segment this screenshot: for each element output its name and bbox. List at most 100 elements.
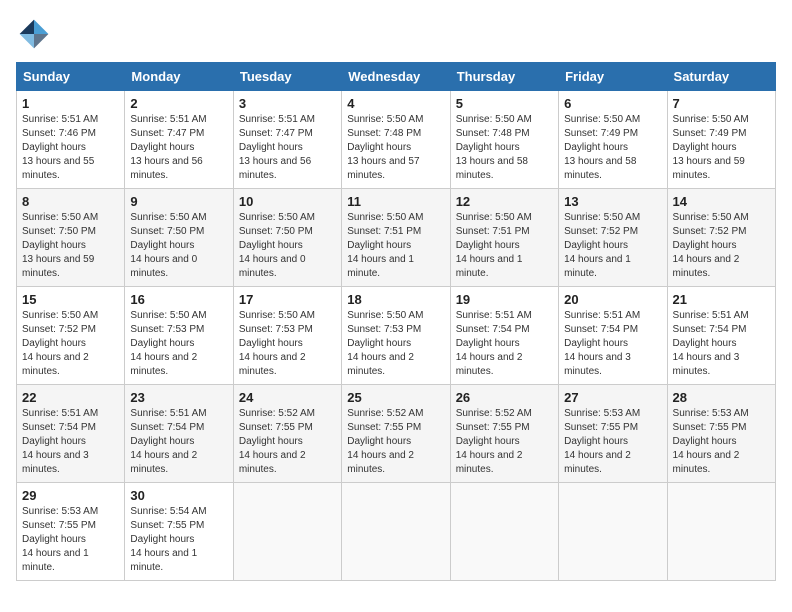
day-number: 29 bbox=[22, 488, 119, 503]
day-number: 26 bbox=[456, 390, 553, 405]
calendar-cell: 2Sunrise: 5:51 AMSunset: 7:47 PMDaylight… bbox=[125, 91, 233, 189]
day-info: Sunrise: 5:50 AMSunset: 7:53 PMDaylight … bbox=[347, 309, 444, 379]
calendar-week-row: 1Sunrise: 5:51 AMSunset: 7:46 PMDaylight… bbox=[17, 91, 776, 189]
day-info: Sunrise: 5:51 AMSunset: 7:54 PMDaylight … bbox=[564, 309, 661, 379]
calendar-week-row: 29 Sunrise: 5:53 AMSunset: 7:55 PMDayligh… bbox=[17, 483, 776, 581]
day-info: Sunrise: 5:50 AMSunset: 7:53 PMDaylight … bbox=[130, 309, 227, 379]
weekday-header: Monday bbox=[125, 63, 233, 91]
day-number: 19 bbox=[456, 292, 553, 307]
day-info: Sunrise: 5:50 AMSunset: 7:49 PMDaylight … bbox=[564, 113, 661, 183]
day-number: 10 bbox=[239, 194, 336, 209]
day-number: 4 bbox=[347, 96, 444, 111]
calendar-cell: 26Sunrise: 5:52 AMSunset: 7:55 PMDayligh… bbox=[450, 385, 558, 483]
calendar-cell: 25 Sunrise: 5:52 AMSunset: 7:55 PMDayligh… bbox=[342, 385, 450, 483]
day-info: Sunrise: 5:50 AMSunset: 7:50 PMDaylight … bbox=[130, 211, 227, 281]
day-number: 8 bbox=[22, 194, 119, 209]
day-number: 6 bbox=[564, 96, 661, 111]
calendar-cell: 21 Sunrise: 5:51 AMSunset: 7:54 PMDayligh… bbox=[667, 287, 775, 385]
calendar-cell: 3 Sunrise: 5:51 AMSunset: 7:47 PMDaylight… bbox=[233, 91, 341, 189]
calendar-cell: 14 Sunrise: 5:50 AMSunset: 7:52 PMDayligh… bbox=[667, 189, 775, 287]
day-info: Sunrise: 5:53 AMSunset: 7:55 PMDaylight … bbox=[22, 505, 119, 575]
calendar-week-row: 8 Sunrise: 5:50 AMSunset: 7:50 PMDaylight… bbox=[17, 189, 776, 287]
calendar-cell: 28 Sunrise: 5:53 AMSunset: 7:55 PMDayligh… bbox=[667, 385, 775, 483]
calendar-cell: 13 Sunrise: 5:50 AMSunset: 7:52 PMDayligh… bbox=[559, 189, 667, 287]
day-number: 30 bbox=[130, 488, 227, 503]
calendar-cell: 19 Sunrise: 5:51 AMSunset: 7:54 PMDayligh… bbox=[450, 287, 558, 385]
weekday-header: Sunday bbox=[17, 63, 125, 91]
day-number: 23 bbox=[130, 390, 227, 405]
calendar-cell bbox=[667, 483, 775, 581]
calendar-cell: 1Sunrise: 5:51 AMSunset: 7:46 PMDaylight… bbox=[17, 91, 125, 189]
calendar-week-row: 15 Sunrise: 5:50 AMSunset: 7:52 PMDayligh… bbox=[17, 287, 776, 385]
day-info: Sunrise: 5:52 AMSunset: 7:55 PMDaylight … bbox=[347, 407, 444, 477]
weekday-header: Friday bbox=[559, 63, 667, 91]
day-number: 2 bbox=[130, 96, 227, 111]
day-info: Sunrise: 5:51 AMSunset: 7:47 PMDaylight … bbox=[239, 113, 336, 183]
calendar-cell: 29 Sunrise: 5:53 AMSunset: 7:55 PMDayligh… bbox=[17, 483, 125, 581]
logo bbox=[16, 16, 56, 52]
day-number: 13 bbox=[564, 194, 661, 209]
weekday-header: Tuesday bbox=[233, 63, 341, 91]
calendar-cell: 27 Sunrise: 5:53 AMSunset: 7:55 PMDayligh… bbox=[559, 385, 667, 483]
weekday-header: Thursday bbox=[450, 63, 558, 91]
weekday-header: Wednesday bbox=[342, 63, 450, 91]
calendar-cell bbox=[450, 483, 558, 581]
day-info: Sunrise: 5:51 AMSunset: 7:54 PMDaylight … bbox=[130, 407, 227, 477]
day-number: 27 bbox=[564, 390, 661, 405]
day-number: 18 bbox=[347, 292, 444, 307]
day-info: Sunrise: 5:50 AMSunset: 7:53 PMDaylight … bbox=[239, 309, 336, 379]
day-number: 17 bbox=[239, 292, 336, 307]
calendar-cell: 30 Sunrise: 5:54 AMSunset: 7:55 PMDayligh… bbox=[125, 483, 233, 581]
day-number: 25 bbox=[347, 390, 444, 405]
calendar-header-row: SundayMondayTuesdayWednesdayThursdayFrid… bbox=[17, 63, 776, 91]
day-number: 5 bbox=[456, 96, 553, 111]
weekday-header: Saturday bbox=[667, 63, 775, 91]
day-number: 24 bbox=[239, 390, 336, 405]
day-number: 3 bbox=[239, 96, 336, 111]
day-info: Sunrise: 5:51 AMSunset: 7:54 PMDaylight … bbox=[22, 407, 119, 477]
day-number: 22 bbox=[22, 390, 119, 405]
day-info: Sunrise: 5:51 AMSunset: 7:54 PMDaylight … bbox=[673, 309, 770, 379]
calendar-cell bbox=[233, 483, 341, 581]
calendar-table: SundayMondayTuesdayWednesdayThursdayFrid… bbox=[16, 62, 776, 581]
calendar-cell: 15 Sunrise: 5:50 AMSunset: 7:52 PMDayligh… bbox=[17, 287, 125, 385]
day-number: 20 bbox=[564, 292, 661, 307]
day-info: Sunrise: 5:54 AMSunset: 7:55 PMDaylight … bbox=[130, 505, 227, 575]
calendar-cell: 6 Sunrise: 5:50 AMSunset: 7:49 PMDaylight… bbox=[559, 91, 667, 189]
calendar-cell: 12Sunrise: 5:50 AMSunset: 7:51 PMDayligh… bbox=[450, 189, 558, 287]
day-info: Sunrise: 5:50 AMSunset: 7:50 PMDaylight … bbox=[239, 211, 336, 281]
calendar-cell: 23 Sunrise: 5:51 AMSunset: 7:54 PMDayligh… bbox=[125, 385, 233, 483]
day-number: 16 bbox=[130, 292, 227, 307]
day-info: Sunrise: 5:52 AMSunset: 7:55 PMDaylight … bbox=[239, 407, 336, 477]
calendar-cell: 16 Sunrise: 5:50 AMSunset: 7:53 PMDayligh… bbox=[125, 287, 233, 385]
day-number: 15 bbox=[22, 292, 119, 307]
calendar-cell: 9 Sunrise: 5:50 AMSunset: 7:50 PMDaylight… bbox=[125, 189, 233, 287]
day-number: 28 bbox=[673, 390, 770, 405]
calendar-cell bbox=[342, 483, 450, 581]
day-number: 11 bbox=[347, 194, 444, 209]
calendar-cell: 18 Sunrise: 5:50 AMSunset: 7:53 PMDayligh… bbox=[342, 287, 450, 385]
page-header bbox=[16, 16, 776, 52]
day-info: Sunrise: 5:50 AMSunset: 7:52 PMDaylight … bbox=[564, 211, 661, 281]
day-info: Sunrise: 5:50 AMSunset: 7:50 PMDaylight … bbox=[22, 211, 119, 281]
day-number: 9 bbox=[130, 194, 227, 209]
day-number: 7 bbox=[673, 96, 770, 111]
day-info: Sunrise: 5:53 AMSunset: 7:55 PMDaylight … bbox=[673, 407, 770, 477]
day-info: Sunrise: 5:53 AMSunset: 7:55 PMDaylight … bbox=[564, 407, 661, 477]
day-info: Sunrise: 5:50 AMSunset: 7:48 PMDaylight … bbox=[456, 113, 553, 183]
calendar-cell: 8 Sunrise: 5:50 AMSunset: 7:50 PMDaylight… bbox=[17, 189, 125, 287]
calendar-cell: 11 Sunrise: 5:50 AMSunset: 7:51 PMDayligh… bbox=[342, 189, 450, 287]
day-info: Sunrise: 5:50 AMSunset: 7:52 PMDaylight … bbox=[22, 309, 119, 379]
day-info: Sunrise: 5:50 AMSunset: 7:52 PMDaylight … bbox=[673, 211, 770, 281]
calendar-cell bbox=[559, 483, 667, 581]
day-info: Sunrise: 5:51 AMSunset: 7:54 PMDaylight … bbox=[456, 309, 553, 379]
logo-icon bbox=[16, 16, 52, 52]
day-info: Sunrise: 5:50 AMSunset: 7:51 PMDaylight … bbox=[456, 211, 553, 281]
day-info: Sunrise: 5:50 AMSunset: 7:48 PMDaylight … bbox=[347, 113, 444, 183]
day-info: Sunrise: 5:50 AMSunset: 7:51 PMDaylight … bbox=[347, 211, 444, 281]
day-number: 21 bbox=[673, 292, 770, 307]
calendar-cell: 20 Sunrise: 5:51 AMSunset: 7:54 PMDayligh… bbox=[559, 287, 667, 385]
day-number: 14 bbox=[673, 194, 770, 209]
day-info: Sunrise: 5:51 AMSunset: 7:46 PMDaylight … bbox=[22, 113, 119, 183]
calendar-cell: 5 Sunrise: 5:50 AMSunset: 7:48 PMDaylight… bbox=[450, 91, 558, 189]
